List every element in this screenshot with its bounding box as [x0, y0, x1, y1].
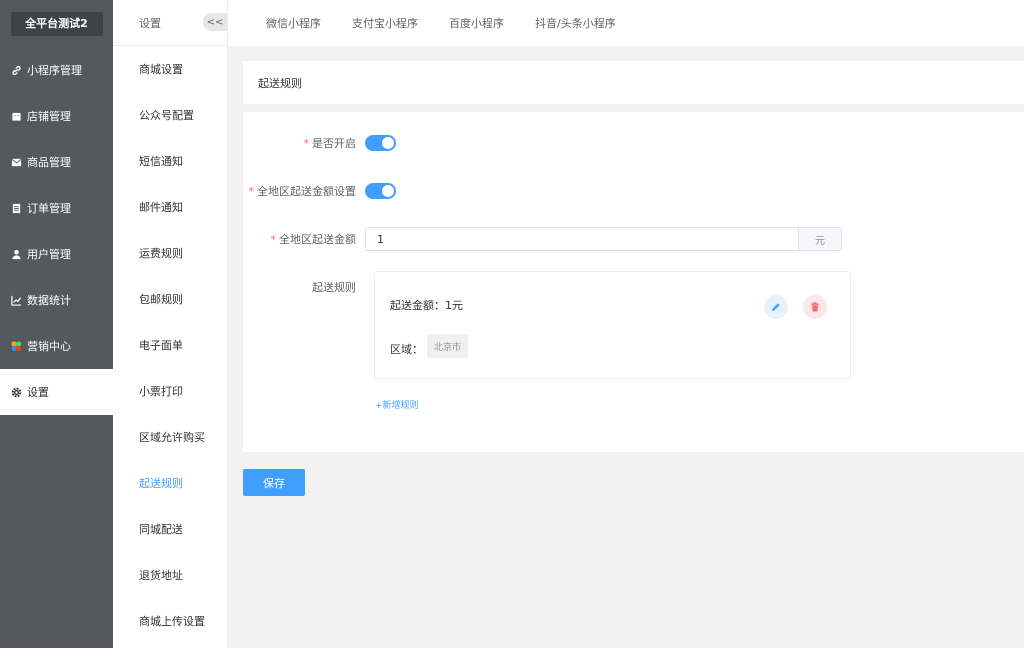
sidebar-item-label: 订单管理 — [27, 202, 71, 215]
amount-unit: 元 — [798, 227, 842, 251]
main-sidebar: 全平台测试2 小程序管理 店铺管理 商品管理 订单管理 用户管理 数据统计 营销… — [0, 0, 113, 648]
page-title: 起送规则 — [258, 76, 302, 90]
add-rule-link[interactable]: +新增规则 — [375, 398, 419, 411]
all-region-label: * 全地区起送金额设置 — [248, 185, 357, 198]
delete-rule-button[interactable] — [803, 295, 827, 319]
sidebar-item-label: 商品管理 — [27, 156, 71, 169]
sidebar-item-mini-program[interactable]: 小程序管理 — [0, 47, 113, 93]
amount-row: *全地区起送金额 元 — [243, 227, 842, 251]
form-card: *是否开启 *全地区起送金额设置 *全地区起送金额 元 起送规则 起送金额：1元… — [243, 112, 1024, 452]
amount-input-group: 元 — [365, 227, 842, 251]
submenu-item-city-delivery[interactable]: 同城配送 — [113, 506, 227, 552]
rule-card: 起送金额：1元 区域： 北京市 — [374, 271, 851, 379]
amount-label: * 全地区起送金额 — [270, 233, 357, 246]
sidebar-item-settings[interactable]: 设置 — [0, 369, 113, 415]
sidebar-item-label: 店铺管理 — [27, 110, 71, 123]
collapse-button[interactable]: << — [203, 13, 227, 31]
all-region-switch[interactable] — [365, 183, 396, 199]
pencil-icon — [772, 303, 780, 311]
submenu-item-official-account[interactable]: 公众号配置 — [113, 92, 227, 138]
sidebar-item-marketing[interactable]: 营销中心 — [0, 323, 113, 369]
rule-amount: 起送金额：1元 — [390, 299, 463, 312]
sidebar-item-store[interactable]: 店铺管理 — [0, 93, 113, 139]
submenu-item-free-shipping[interactable]: 包邮规则 — [113, 276, 227, 322]
palette-icon — [10, 340, 22, 352]
submenu-item-return-address[interactable]: 退货地址 — [113, 552, 227, 598]
sidebar-item-statistics[interactable]: 数据统计 — [0, 277, 113, 323]
submenu-item-e-waybill[interactable]: 电子面单 — [113, 322, 227, 368]
enable-switch[interactable] — [365, 135, 396, 151]
submenu-item-sms[interactable]: 短信通知 — [113, 138, 227, 184]
page-title-card: 起送规则 — [243, 61, 1024, 104]
submenu-item-region-purchase[interactable]: 区域允许购买 — [113, 414, 227, 460]
tab-douyin[interactable]: 抖音/头条小程序 — [535, 15, 616, 31]
sidebar-item-label: 用户管理 — [27, 248, 71, 261]
mail-icon — [10, 156, 22, 168]
store-name[interactable]: 全平台测试2 — [10, 11, 103, 36]
sidebar-item-orders[interactable]: 订单管理 — [0, 185, 113, 231]
link-icon — [10, 64, 22, 76]
all-region-row: * 全地区起送金额设置 — [243, 183, 396, 199]
rules-label: 起送规则 — [312, 281, 356, 294]
settings-submenu: 设置 << 商城设置 公众号配置 短信通知 邮件通知 运费规则 包邮规则 电子面… — [113, 0, 228, 648]
gear-icon — [10, 386, 22, 398]
tab-wechat[interactable]: 微信小程序 — [266, 15, 321, 31]
sidebar-item-label: 营销中心 — [27, 340, 71, 353]
clipboard-icon — [10, 202, 22, 214]
enable-row: * 是否开启 — [243, 135, 396, 151]
store-icon — [10, 110, 22, 122]
rules-row: 起送规则 — [243, 279, 365, 295]
submenu-item-mall-settings[interactable]: 商城设置 — [113, 46, 227, 92]
save-button[interactable]: 保存 — [243, 469, 305, 496]
user-icon — [10, 248, 22, 260]
edit-rule-button[interactable] — [764, 295, 788, 319]
sidebar-item-label: 小程序管理 — [27, 64, 82, 77]
submenu-item-min-order[interactable]: 起送规则 — [113, 460, 227, 506]
enable-label: * 是否开启 — [303, 137, 357, 150]
trash-icon — [811, 302, 819, 312]
platform-tabs: 微信小程序 支付宝小程序 百度小程序 抖音/头条小程序 — [228, 0, 1024, 46]
sidebar-item-label: 数据统计 — [27, 294, 71, 307]
sidebar-item-goods[interactable]: 商品管理 — [0, 139, 113, 185]
submenu-item-receipt-print[interactable]: 小票打印 — [113, 368, 227, 414]
tab-alipay[interactable]: 支付宝小程序 — [352, 15, 418, 31]
rule-area-label: 区域： — [390, 343, 423, 356]
submenu-item-upload-settings[interactable]: 商城上传设置 — [113, 598, 227, 644]
sidebar-item-label: 设置 — [27, 386, 49, 399]
brand-area: 全平台测试2 — [0, 0, 113, 47]
chart-icon — [10, 294, 22, 306]
area-tag: 北京市 — [427, 334, 469, 358]
sidebar-item-users[interactable]: 用户管理 — [0, 231, 113, 277]
submenu-item-freight-rules[interactable]: 运费规则 — [113, 230, 227, 276]
submenu-item-email[interactable]: 邮件通知 — [113, 184, 227, 230]
submenu-title: 设置 — [139, 16, 161, 30]
amount-input[interactable] — [365, 227, 798, 251]
submenu-header: 设置 << — [113, 0, 227, 46]
tab-baidu[interactable]: 百度小程序 — [449, 15, 504, 31]
